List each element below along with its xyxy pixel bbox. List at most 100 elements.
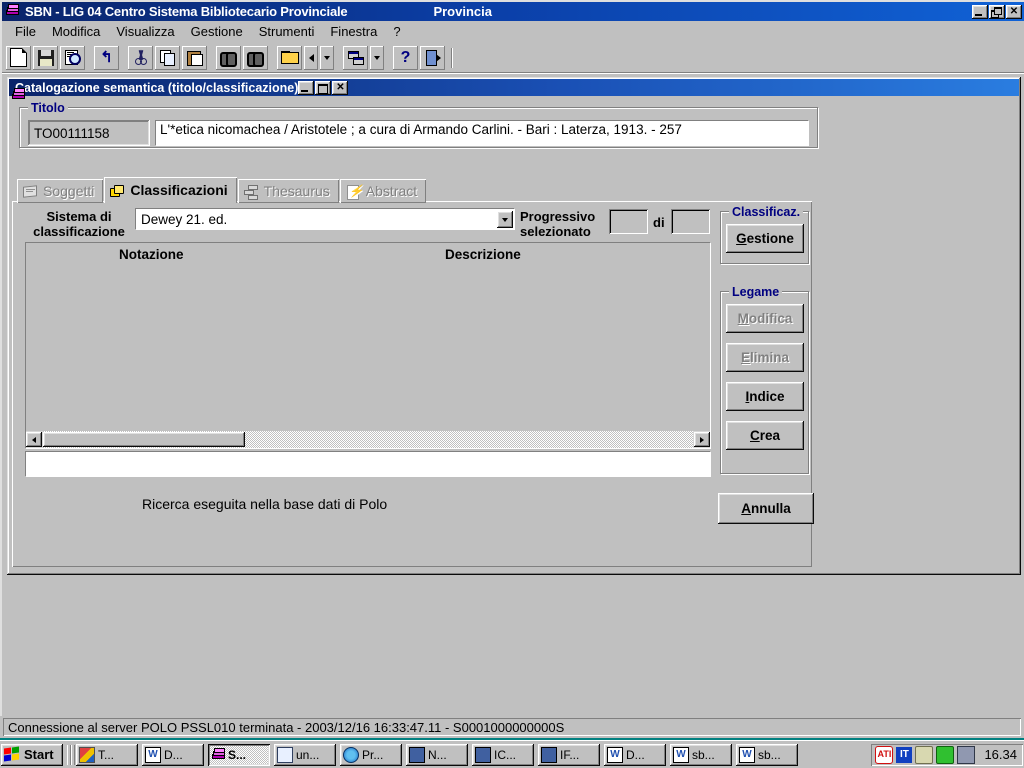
sistema-label-line2: classificazione <box>33 224 125 239</box>
gestione-button[interactable]: Gestione <box>726 224 804 253</box>
taskbar-item-4[interactable]: Pr... <box>340 743 402 766</box>
abstract-icon: ⚡ <box>346 183 364 200</box>
toolbar: ↰ ? <box>2 43 1024 73</box>
list-hscrollbar[interactable] <box>26 431 710 448</box>
modifica-button-label: Modifica <box>737 311 793 326</box>
menu-visualizza[interactable]: Visualizza <box>108 22 182 41</box>
classification-system-select[interactable]: Dewey 21. ed. <box>135 208 515 230</box>
detail-input[interactable] <box>25 451 711 477</box>
tab-classificazioni[interactable]: Classificazioni <box>104 177 237 203</box>
statusbar: Connessione al server POLO PSSL010 termi… <box>0 716 1024 738</box>
progressivo-label-line2: selezionato <box>520 224 591 239</box>
tabstrip: Soggetti Classificazioni Thesaurus ⚡ Abs… <box>17 177 427 203</box>
undo-icon: ↰ <box>100 49 113 66</box>
toolbar-separator <box>447 47 456 69</box>
indice-button[interactable]: Indice <box>726 382 804 411</box>
word-icon: W <box>145 746 161 763</box>
menu-strumenti[interactable]: Strumenti <box>251 22 323 41</box>
antivirus-icon[interactable] <box>936 745 955 764</box>
start-button-label: Start <box>24 747 54 762</box>
classifications-list[interactable]: Notazione Descrizione <box>25 242 711 449</box>
tab-soggetti[interactable]: Soggetti <box>17 179 104 203</box>
progressivo-label-line1: Progressivo <box>520 209 596 224</box>
scroll-right-button[interactable] <box>694 432 710 447</box>
terminal-icon <box>541 746 557 763</box>
taskbar-item-7[interactable]: IF... <box>538 743 600 766</box>
statusbar-text: Connessione al server POLO PSSL010 termi… <box>3 718 1021 736</box>
menu-file[interactable]: File <box>7 22 44 41</box>
start-button[interactable]: Start <box>1 743 63 766</box>
ati-display-icon[interactable]: ATI <box>875 745 894 764</box>
cascade-windows-button[interactable] <box>343 45 368 70</box>
toolbar-separator <box>121 46 128 70</box>
annulla-button[interactable]: Annulla <box>718 493 814 524</box>
taskbar-item-label: N... <box>428 747 447 762</box>
child-titlebar[interactable]: Catalogazione semantica (titolo/classifi… <box>9 79 1019 99</box>
copy-button[interactable] <box>155 45 180 70</box>
app-titlebar[interactable]: SBN - LIG 04 Centro Sistema Bibliotecari… <box>2 2 1024 21</box>
application-window: SBN - LIG 04 Centro Sistema Bibliotecari… <box>0 0 1024 716</box>
language-it-icon[interactable]: IT <box>896 746 913 763</box>
minimize-icon[interactable] <box>298 80 315 95</box>
minimize-icon[interactable] <box>972 4 988 19</box>
taskbar-item-0[interactable]: T... <box>76 743 138 766</box>
taskbar-clock[interactable]: 16.34 <box>984 747 1017 762</box>
cut-button[interactable] <box>128 45 153 70</box>
menu-help[interactable]: ? <box>385 22 408 41</box>
restore-icon[interactable] <box>315 80 332 95</box>
taskbar-item-label: T... <box>98 747 115 762</box>
exit-button[interactable] <box>420 45 445 70</box>
taskbar-item-8[interactable]: W D... <box>604 743 666 766</box>
cascade-dropdown-button[interactable] <box>370 45 384 70</box>
crea-button[interactable]: Crea <box>726 421 804 450</box>
close-icon[interactable]: ✕ <box>332 80 349 95</box>
taskbar: Start T... W D... S... un... Pr... N... … <box>0 740 1024 768</box>
taskbar-item-3[interactable]: un... <box>274 743 336 766</box>
menu-gestione[interactable]: Gestione <box>183 22 251 41</box>
tab-abstract[interactable]: ⚡ Abstract <box>339 179 427 203</box>
taskbar-item-1[interactable]: W D... <box>142 743 204 766</box>
find-button[interactable] <box>216 45 241 70</box>
taskbar-item-10[interactable]: W sb... <box>736 743 798 766</box>
plug-cable-icon[interactable] <box>915 745 934 764</box>
cascade-windows-icon <box>347 51 364 65</box>
close-icon[interactable]: ✕ <box>1006 4 1022 19</box>
undo-button[interactable]: ↰ <box>94 45 119 70</box>
title-description-field[interactable]: L'*etica nicomachea / Aristotele ; a cur… <box>155 120 809 146</box>
taskbar-grip[interactable] <box>66 744 75 766</box>
taskbar-item-6[interactable]: IC... <box>472 743 534 766</box>
open-folder-button[interactable] <box>277 45 302 70</box>
progressive-field[interactable] <box>609 209 648 234</box>
taskbar-item-5[interactable]: N... <box>406 743 468 766</box>
modifica-button[interactable]: Modifica <box>726 304 804 333</box>
save-button[interactable] <box>33 45 58 70</box>
find-advanced-button[interactable] <box>243 45 268 70</box>
previous-record-icon <box>308 53 314 62</box>
elimina-button-label: Elimina <box>740 350 790 365</box>
tab-thesaurus[interactable]: Thesaurus <box>237 179 339 203</box>
list-column-headers: Notazione Descrizione <box>26 243 710 265</box>
toolbar-separator <box>270 46 277 70</box>
tab-classificazioni-label: Classificazioni <box>130 182 228 198</box>
paste-button[interactable] <box>182 45 207 70</box>
taskbar-item-2[interactable]: S... <box>208 743 270 766</box>
previous-record-button[interactable] <box>304 45 318 70</box>
copy-icon <box>160 50 175 66</box>
total-field[interactable] <box>671 209 710 234</box>
menu-modifica[interactable]: Modifica <box>44 22 108 41</box>
help-button[interactable]: ? <box>393 45 418 70</box>
print-preview-button[interactable] <box>60 45 85 70</box>
thesaurus-icon <box>243 184 259 200</box>
scroll-left-button[interactable] <box>26 432 42 447</box>
taskbar-item-9[interactable]: W sb... <box>670 743 732 766</box>
new-document-button[interactable] <box>6 45 31 70</box>
restore-icon[interactable] <box>989 4 1005 19</box>
menu-finestra[interactable]: Finestra <box>322 22 385 41</box>
chevron-down-icon[interactable] <box>497 211 513 228</box>
open-folder-icon <box>281 51 299 64</box>
previous-dropdown-button[interactable] <box>320 45 334 70</box>
elimina-button[interactable]: Elimina <box>726 343 804 372</box>
network-icon[interactable] <box>957 745 976 764</box>
scrollbar-thumb[interactable] <box>43 432 245 447</box>
app-subtitle: Provincia <box>433 4 492 19</box>
